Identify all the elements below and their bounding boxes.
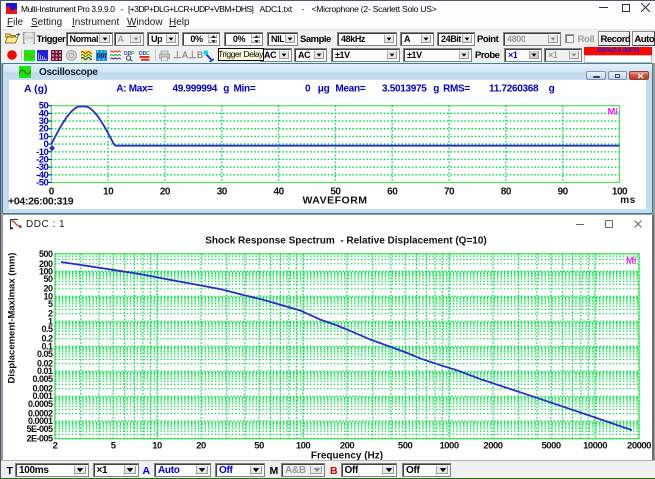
svg-text:0.0005: 0.0005 [28, 399, 53, 409]
svg-text:10000: 10000 [583, 441, 607, 452]
svg-text:Shock Response Spectrum - Rel: Shock Response Spectrum - Relative Displ… [205, 236, 486, 247]
svg-text:Mi: Mi [626, 256, 637, 267]
svg-text:5000: 5000 [542, 441, 561, 452]
svg-text:2000: 2000 [483, 441, 502, 452]
svg-text:Displacement-Maximax (mm): Displacement-Maximax (mm) [7, 253, 18, 384]
svg-text:2E-005: 2E-005 [26, 434, 53, 444]
svg-text:1000: 1000 [439, 441, 458, 452]
svg-text:5E-005: 5E-005 [26, 424, 53, 434]
svg-text:0.005: 0.005 [32, 374, 53, 384]
svg-text:0.05: 0.05 [37, 349, 53, 359]
svg-text:0.5: 0.5 [41, 324, 53, 334]
svg-text:5: 5 [48, 299, 53, 309]
svg-text:2: 2 [53, 441, 58, 452]
svg-text:50: 50 [254, 441, 264, 452]
svg-text:100: 100 [296, 441, 311, 452]
svg-text:500: 500 [39, 249, 53, 259]
svg-text:50: 50 [43, 274, 53, 284]
svg-text:10: 10 [152, 441, 162, 452]
svg-text:20000: 20000 [627, 441, 651, 452]
svg-text:20: 20 [196, 441, 206, 452]
svg-text:5: 5 [111, 441, 117, 452]
svg-text:500: 500 [398, 441, 413, 452]
